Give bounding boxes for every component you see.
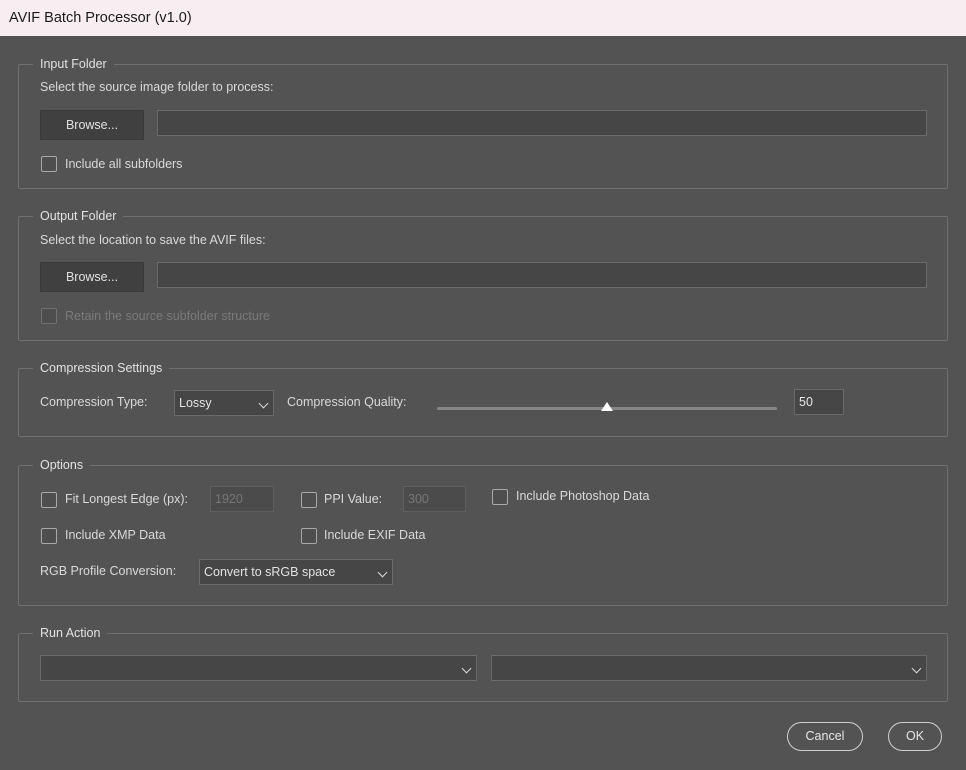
output-folder-legend: Output Folder — [33, 208, 124, 224]
action-select[interactable] — [491, 655, 927, 681]
retain-structure-label: Retain the source subfolder structure — [65, 309, 270, 323]
action-set-select[interactable] — [40, 655, 477, 681]
run-action-legend: Run Action — [33, 625, 108, 641]
compression-quality-input[interactable]: 50 — [794, 389, 844, 415]
include-exif-data-checkbox[interactable] — [301, 528, 317, 544]
chevron-down-icon — [258, 398, 269, 409]
compression-type-select[interactable]: Lossy — [174, 390, 274, 416]
input-path-field[interactable] — [157, 110, 927, 136]
include-photoshop-data-checkbox[interactable] — [492, 489, 508, 505]
rgb-profile-select[interactable]: Convert to sRGB space — [199, 559, 393, 585]
fit-longest-edge-label: Fit Longest Edge (px): — [65, 492, 188, 506]
compression-quality-slider-thumb[interactable] — [601, 402, 613, 411]
fit-longest-edge-input[interactable]: 1920 — [210, 486, 274, 512]
compression-quality-label: Compression Quality: — [287, 395, 407, 409]
options-group: Options Fit Longest Edge (px): 1920 PPI … — [18, 457, 948, 606]
cancel-button[interactable]: Cancel — [787, 722, 863, 751]
ppi-value-input[interactable]: 300 — [403, 486, 466, 512]
chevron-down-icon — [911, 663, 922, 674]
chevron-down-icon — [377, 567, 388, 578]
include-xmp-data-label: Include XMP Data — [65, 528, 166, 542]
input-folder-group: Input Folder Select the source image fol… — [18, 56, 948, 189]
input-folder-legend: Input Folder — [33, 56, 114, 72]
include-subfolders-checkbox[interactable] — [41, 156, 57, 172]
input-browse-button[interactable]: Browse... — [40, 110, 144, 140]
window-title: AVIF Batch Processor (v1.0) — [0, 0, 966, 36]
include-photoshop-data-label: Include Photoshop Data — [516, 489, 650, 503]
compression-type-label: Compression Type: — [40, 395, 148, 409]
include-xmp-data-checkbox[interactable] — [41, 528, 57, 544]
rgb-profile-label: RGB Profile Conversion: — [40, 564, 177, 578]
output-folder-group: Output Folder Select the location to sav… — [18, 208, 948, 341]
run-action-group: Run Action — [18, 625, 948, 702]
include-subfolders-label: Include all subfolders — [65, 157, 183, 171]
output-folder-instruction: Select the location to save the AVIF fil… — [40, 233, 266, 247]
rgb-profile-value: Convert to sRGB space — [204, 565, 336, 579]
compression-settings-group: Compression Settings Compression Type: L… — [18, 360, 948, 437]
compression-settings-legend: Compression Settings — [33, 360, 170, 376]
chevron-down-icon — [461, 663, 472, 674]
include-exif-data-label: Include EXIF Data — [324, 528, 426, 542]
options-legend: Options — [33, 457, 91, 473]
ok-button[interactable]: OK — [888, 722, 942, 751]
compression-type-value: Lossy — [179, 396, 212, 410]
ppi-value-label: PPI Value: — [324, 492, 383, 506]
input-folder-instruction: Select the source image folder to proces… — [40, 80, 274, 94]
output-path-field[interactable] — [157, 262, 927, 288]
output-browse-button[interactable]: Browse... — [40, 262, 144, 292]
ppi-value-checkbox[interactable] — [301, 492, 317, 508]
retain-structure-checkbox[interactable] — [41, 308, 57, 324]
fit-longest-edge-checkbox[interactable] — [41, 492, 57, 508]
